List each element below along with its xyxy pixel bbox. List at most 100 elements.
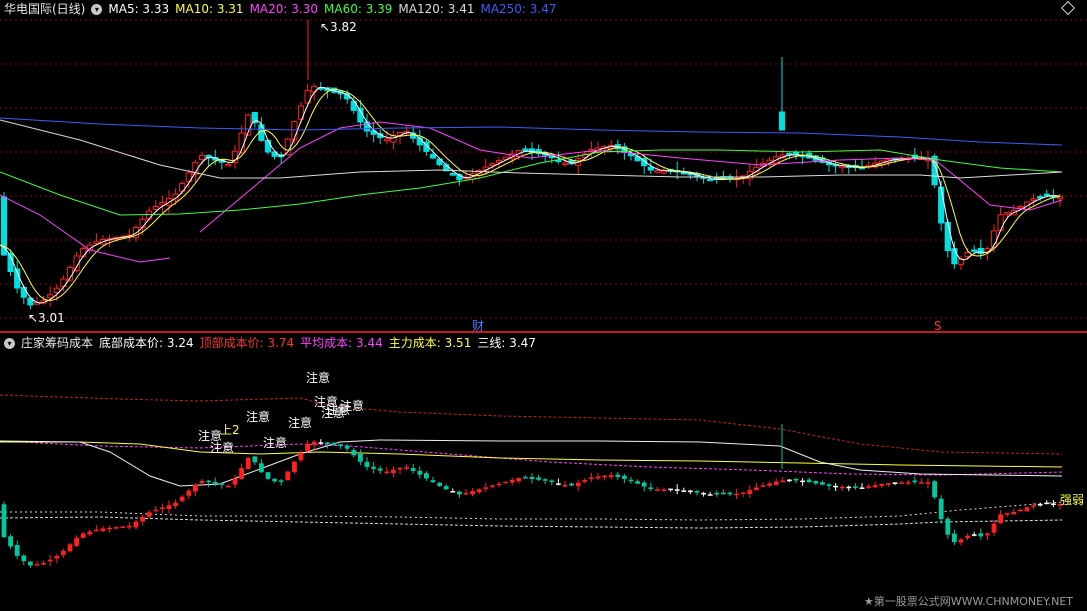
indicator-candle-body — [28, 561, 33, 566]
indicator-candle-body — [714, 492, 720, 495]
indicator-collapse-icon[interactable]: ▾ — [4, 337, 15, 349]
indicator-candle-body — [1037, 504, 1043, 506]
indicator-candle-body — [259, 463, 264, 473]
indicator-candle-body — [457, 491, 462, 495]
s-marker: S — [934, 319, 942, 331]
indicator-candle-body — [549, 480, 555, 483]
candle-body — [47, 294, 54, 299]
indicator-candle-body — [61, 550, 66, 555]
stock-title[interactable]: 华电国际(日线) — [4, 0, 85, 18]
pane-separator[interactable] — [0, 331, 1087, 333]
indicator-candle-body — [219, 483, 225, 485]
candle-body — [264, 139, 272, 153]
indicator-candle-body — [879, 483, 885, 486]
ma5-line — [0, 86, 1061, 304]
indicator-candle-body — [681, 490, 687, 492]
indicator-candle-body — [536, 477, 541, 480]
indicator-candle-body — [54, 555, 60, 559]
indicator-candle-body — [47, 559, 53, 562]
ma250-line — [0, 117, 1063, 146]
candle-body — [654, 169, 661, 173]
indicator-candle-body — [252, 456, 258, 463]
indicator-candle-body — [919, 482, 924, 484]
candle-body — [311, 85, 318, 93]
indicator-candle-body — [734, 493, 739, 496]
indicator-candle-body — [767, 483, 772, 486]
indicator-candle-body — [496, 483, 502, 486]
indicator-candle-body — [331, 442, 337, 445]
indicator-candle-body — [912, 480, 918, 483]
candle-body — [561, 162, 569, 165]
indicator-legend-item: 底部成本价: 3.24 — [99, 336, 194, 350]
indicator-candle-body — [529, 477, 535, 480]
indicator-candle-body — [1018, 509, 1023, 512]
indicator-candle-body — [318, 442, 324, 444]
indicator-candle-body — [443, 486, 449, 490]
candle-body — [429, 153, 437, 159]
indicator-candle-body — [727, 492, 733, 495]
indicator-candle-body — [806, 479, 812, 483]
indicator-candle-body — [437, 482, 442, 486]
ma10-line — [0, 88, 1061, 301]
indicator-candle-body — [463, 492, 469, 495]
indicator-candle-body — [232, 478, 238, 485]
indicator-name[interactable]: 庄家筹码成本 — [21, 334, 93, 352]
candle-body — [449, 173, 456, 176]
candle-body — [495, 160, 503, 163]
high-price-label: ↖3.82 — [320, 20, 357, 34]
indicator-candle-body — [965, 535, 970, 539]
indicator-candle-body — [800, 480, 805, 483]
candle-body — [647, 166, 654, 171]
indicator-candle-body — [74, 537, 79, 546]
indicator-candle-body — [859, 487, 865, 489]
indicator-legend-item: 平均成本: 3.44 — [300, 336, 383, 350]
candle-body — [660, 170, 668, 174]
indicator-candle-body — [1031, 505, 1036, 507]
indicator-legend-item: 顶部成本价: 3.74 — [199, 336, 295, 350]
indicator-candle-body — [391, 469, 396, 474]
watermark: ★第一股票公式网WWW.CHNMONEY.NET — [863, 595, 1073, 608]
indicator-chart[interactable]: 注意注意注意注意 注意注意 注意注意注意注意上2强弱 — [0, 334, 1087, 611]
indicator-candle-body — [688, 490, 693, 493]
indicator-candle-body — [430, 480, 436, 483]
collapse-icon[interactable]: ▾ — [91, 3, 103, 15]
indicator-candle-body — [417, 470, 423, 475]
indicator-candle-body — [523, 477, 528, 479]
indicator-candle-body — [582, 479, 588, 482]
indicator-candle-body — [285, 471, 291, 481]
indicator-candle-body — [351, 450, 357, 456]
candle-body — [152, 206, 159, 210]
indicator-candle-body — [740, 492, 746, 494]
indicator-candle-body — [1, 504, 7, 538]
indicator-candle-body — [648, 487, 654, 490]
indicator-candle-body — [34, 564, 40, 566]
indicator-candle-body — [971, 534, 977, 536]
indicator-candle-body — [245, 457, 251, 470]
indicator-candle-body — [721, 492, 726, 495]
indicator-candle-body — [87, 531, 93, 535]
ma-legend-item: MA60: 3.39 — [324, 2, 393, 16]
indicator-candle-body — [490, 485, 495, 487]
indicator-candle-body — [925, 482, 931, 484]
indicator-candle-body — [160, 507, 165, 509]
candle-body — [383, 138, 390, 142]
indicator-candle-body — [278, 480, 284, 482]
main-candlestick-chart[interactable]: ↖3.82 ↖3.01 财 S — [0, 0, 1087, 331]
indicator-candle-body — [952, 533, 957, 543]
indicator-candle-body — [133, 521, 139, 528]
candle-body — [944, 221, 951, 252]
attention-label: 注意 — [263, 435, 287, 450]
indicator-candle-body — [813, 481, 819, 484]
indicator-candle-body — [998, 514, 1003, 524]
indicator-candle-body — [707, 494, 713, 496]
finance-marker: 财 — [472, 319, 484, 331]
indicator-candle-body — [21, 555, 27, 562]
indicator-candle-body — [305, 444, 310, 452]
indicator-candle-body — [292, 461, 297, 472]
indicator-candle-body — [94, 529, 99, 532]
indicator-candle-body — [958, 539, 964, 543]
indicator-legend-item: 三线: 3.47 — [477, 336, 536, 350]
indicator-candle-body — [272, 478, 277, 482]
candle-body — [198, 155, 206, 160]
indicator-candle-body — [404, 467, 409, 469]
